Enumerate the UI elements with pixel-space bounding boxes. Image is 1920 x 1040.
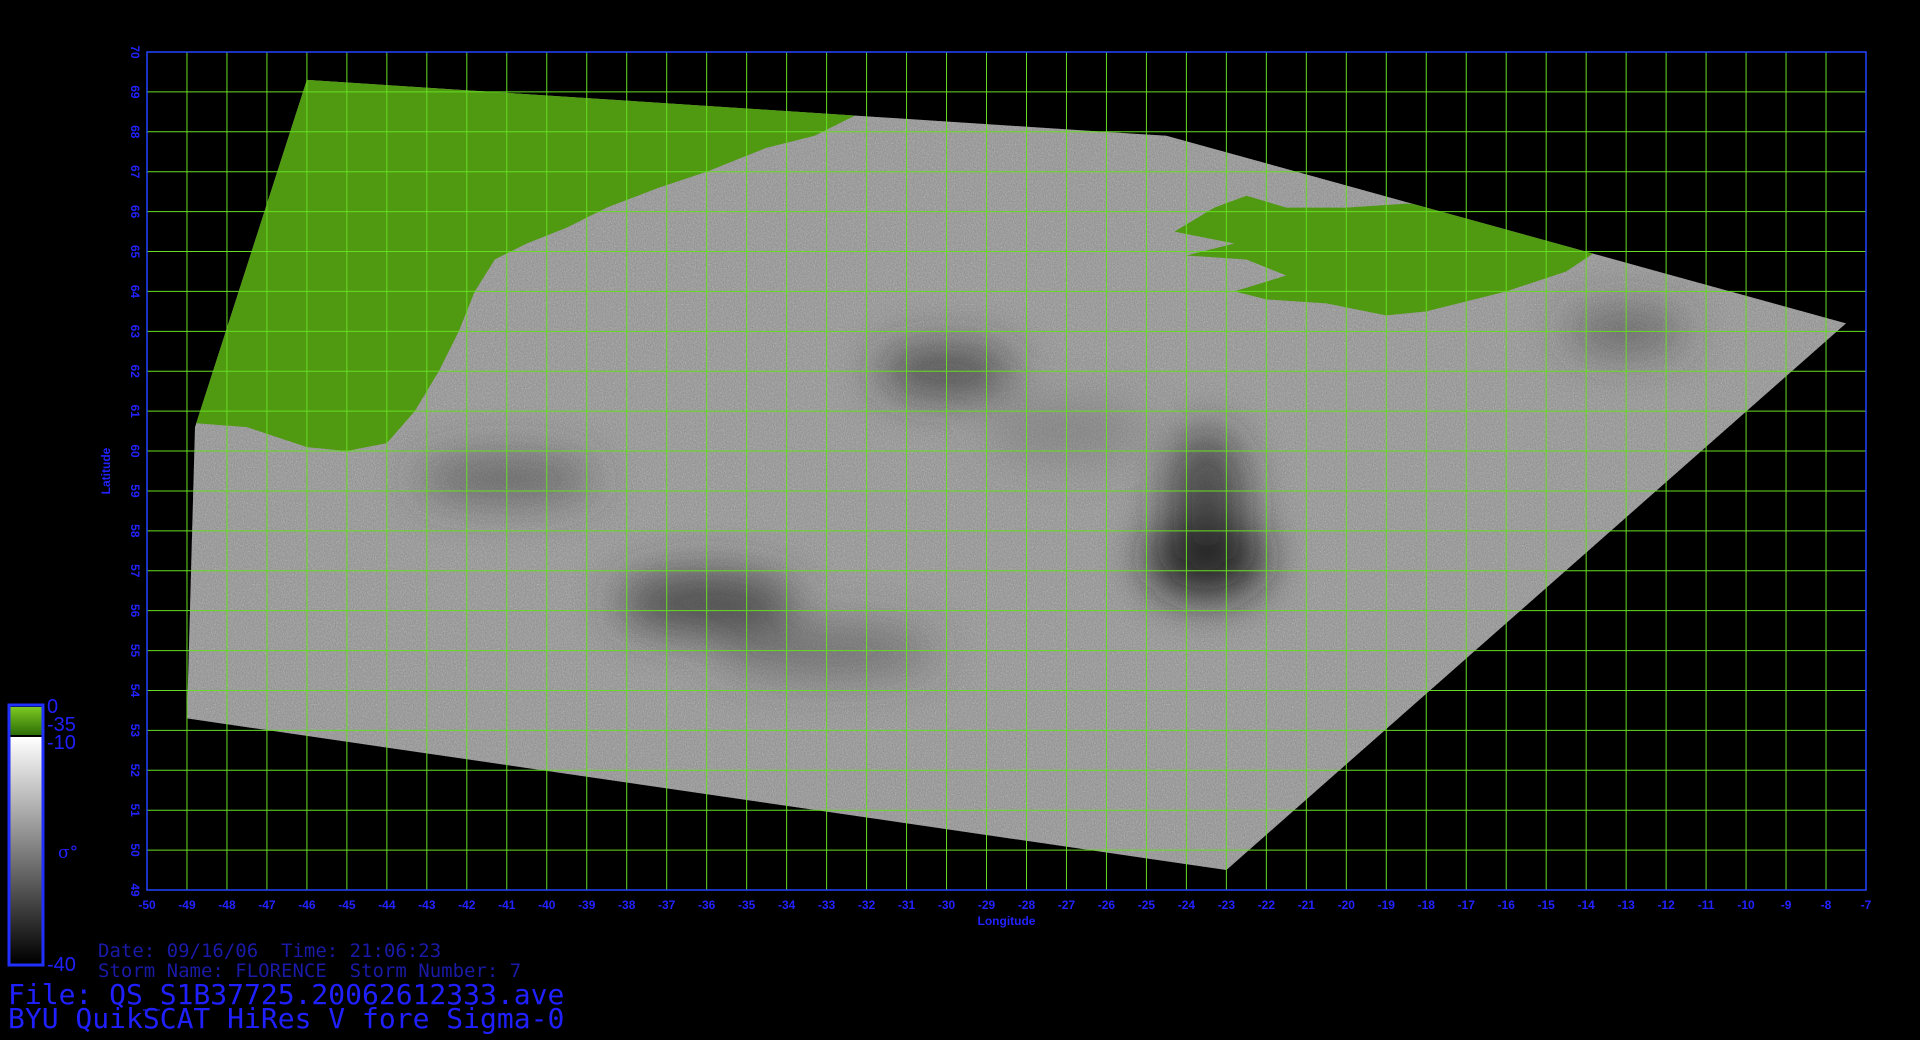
longitude-tick-label: -18 [1418, 898, 1436, 912]
longitude-tick-label: -47 [258, 898, 276, 912]
date-time-line: Date: 09/16/06 Time: 21:06:23 [98, 940, 442, 962]
longitude-tick-label: -42 [458, 898, 476, 912]
swath-map: -50 -49 -48 -47 -46 -45 -44 -43 -42 -41 -40 -39 -38 -… [7, 45, 1872, 967]
backscatter-swath [187, 79, 1846, 870]
longitude-tick-label: -29 [978, 898, 996, 912]
colorbar-symbol: σ° [58, 843, 78, 863]
longitude-tick-label: -40 [538, 898, 556, 912]
longitude-tick-label: -22 [1258, 898, 1276, 912]
latitude-tick-label: 62 [128, 365, 142, 379]
longitude-tick-label: -37 [658, 898, 676, 912]
longitude-tick-label: -32 [858, 898, 876, 912]
longitude-tick-label: -33 [818, 898, 836, 912]
longitude-tick-label: -41 [498, 898, 516, 912]
longitude-tick-label: -25 [1138, 898, 1156, 912]
longitude-tick-label: -15 [1538, 898, 1556, 912]
title-line: BYU QuikSCAT HiRes V fore Sigma-0 [8, 1002, 565, 1035]
storm-feature [1166, 428, 1247, 569]
longitude-tick-label: -38 [618, 898, 636, 912]
longitude-tick-label: -45 [338, 898, 356, 912]
longitude-tick-label: -9 [1781, 898, 1792, 912]
latitude-tick-labels: 49 50 51 52 53 54 55 56 57 58 59 60 61 62 63 64 65 66 67 68… [128, 45, 142, 897]
latitude-tick-label: 70 [128, 45, 142, 59]
longitude-tick-label: -7 [1861, 898, 1872, 912]
latitude-tick-label: 53 [128, 724, 142, 738]
longitude-tick-label: -49 [178, 898, 196, 912]
latitude-tick-label: 68 [128, 125, 142, 139]
latitude-tick-label: 66 [128, 205, 142, 219]
longitude-tick-label: -48 [218, 898, 236, 912]
longitude-tick-label: -12 [1657, 898, 1675, 912]
latitude-tick-label: 69 [128, 85, 142, 99]
longitude-tick-label: -28 [1018, 898, 1036, 912]
longitude-tick-label: -14 [1577, 898, 1595, 912]
longitude-tick-label: -24 [1178, 898, 1196, 912]
longitude-tick-label: -27 [1058, 898, 1076, 912]
latitude-tick-label: 51 [128, 804, 142, 818]
longitude-tick-label: -23 [1218, 898, 1236, 912]
longitude-tick-label: -35 [738, 898, 756, 912]
longitude-tick-label: -10 [1737, 898, 1755, 912]
longitude-tick-label: -39 [578, 898, 596, 912]
latitude-tick-label: 55 [128, 644, 142, 658]
latitude-tick-label: 67 [128, 165, 142, 179]
latitude-tick-label: 61 [128, 404, 142, 418]
latitude-tick-label: 52 [128, 764, 142, 778]
latitude-tick-label: 50 [128, 843, 142, 857]
latitude-tick-label: 56 [128, 604, 142, 618]
colorbar-label-minus10: -10 [47, 732, 76, 754]
longitude-tick-label: -17 [1458, 898, 1476, 912]
longitude-tick-label: -43 [418, 898, 436, 912]
latitude-tick-label: 59 [128, 484, 142, 498]
colorbar-land-segment [10, 707, 42, 735]
longitude-tick-label: -20 [1338, 898, 1356, 912]
latitude-tick-label: 65 [128, 245, 142, 259]
x-axis-label: Longitude [978, 914, 1036, 928]
longitude-tick-label: -36 [698, 898, 716, 912]
longitude-tick-label: -21 [1298, 898, 1316, 912]
longitude-tick-label: -19 [1378, 898, 1396, 912]
y-axis-label: Latitude [99, 447, 113, 494]
longitude-tick-label: -11 [1698, 898, 1715, 912]
latitude-tick-label: 64 [128, 285, 142, 299]
longitude-tick-label: -31 [898, 898, 916, 912]
longitude-tick-label: -50 [138, 898, 156, 912]
longitude-tick-label: -13 [1617, 898, 1635, 912]
longitude-tick-label: -30 [938, 898, 956, 912]
longitude-tick-label: -16 [1498, 898, 1516, 912]
longitude-tick-label: -26 [1098, 898, 1116, 912]
longitude-tick-label: -46 [298, 898, 316, 912]
latitude-tick-label: 57 [128, 564, 142, 578]
longitude-tick-label: -8 [1821, 898, 1832, 912]
longitude-tick-label: -44 [378, 898, 396, 912]
latitude-tick-label: 63 [128, 325, 142, 339]
colorbar-gray-segment [10, 737, 42, 963]
latitude-tick-label: 49 [128, 883, 142, 897]
colorbar-label-minus40: -40 [47, 954, 76, 976]
latitude-tick-label: 58 [128, 524, 142, 538]
longitude-tick-label: -34 [778, 898, 796, 912]
longitude-tick-labels: -50 -49 -48 -47 -46 -45 -44 -43 -42 -41 -40 -39 -38 -… [138, 898, 1871, 912]
latitude-tick-label: 60 [128, 444, 142, 458]
latitude-tick-label: 54 [128, 684, 142, 698]
